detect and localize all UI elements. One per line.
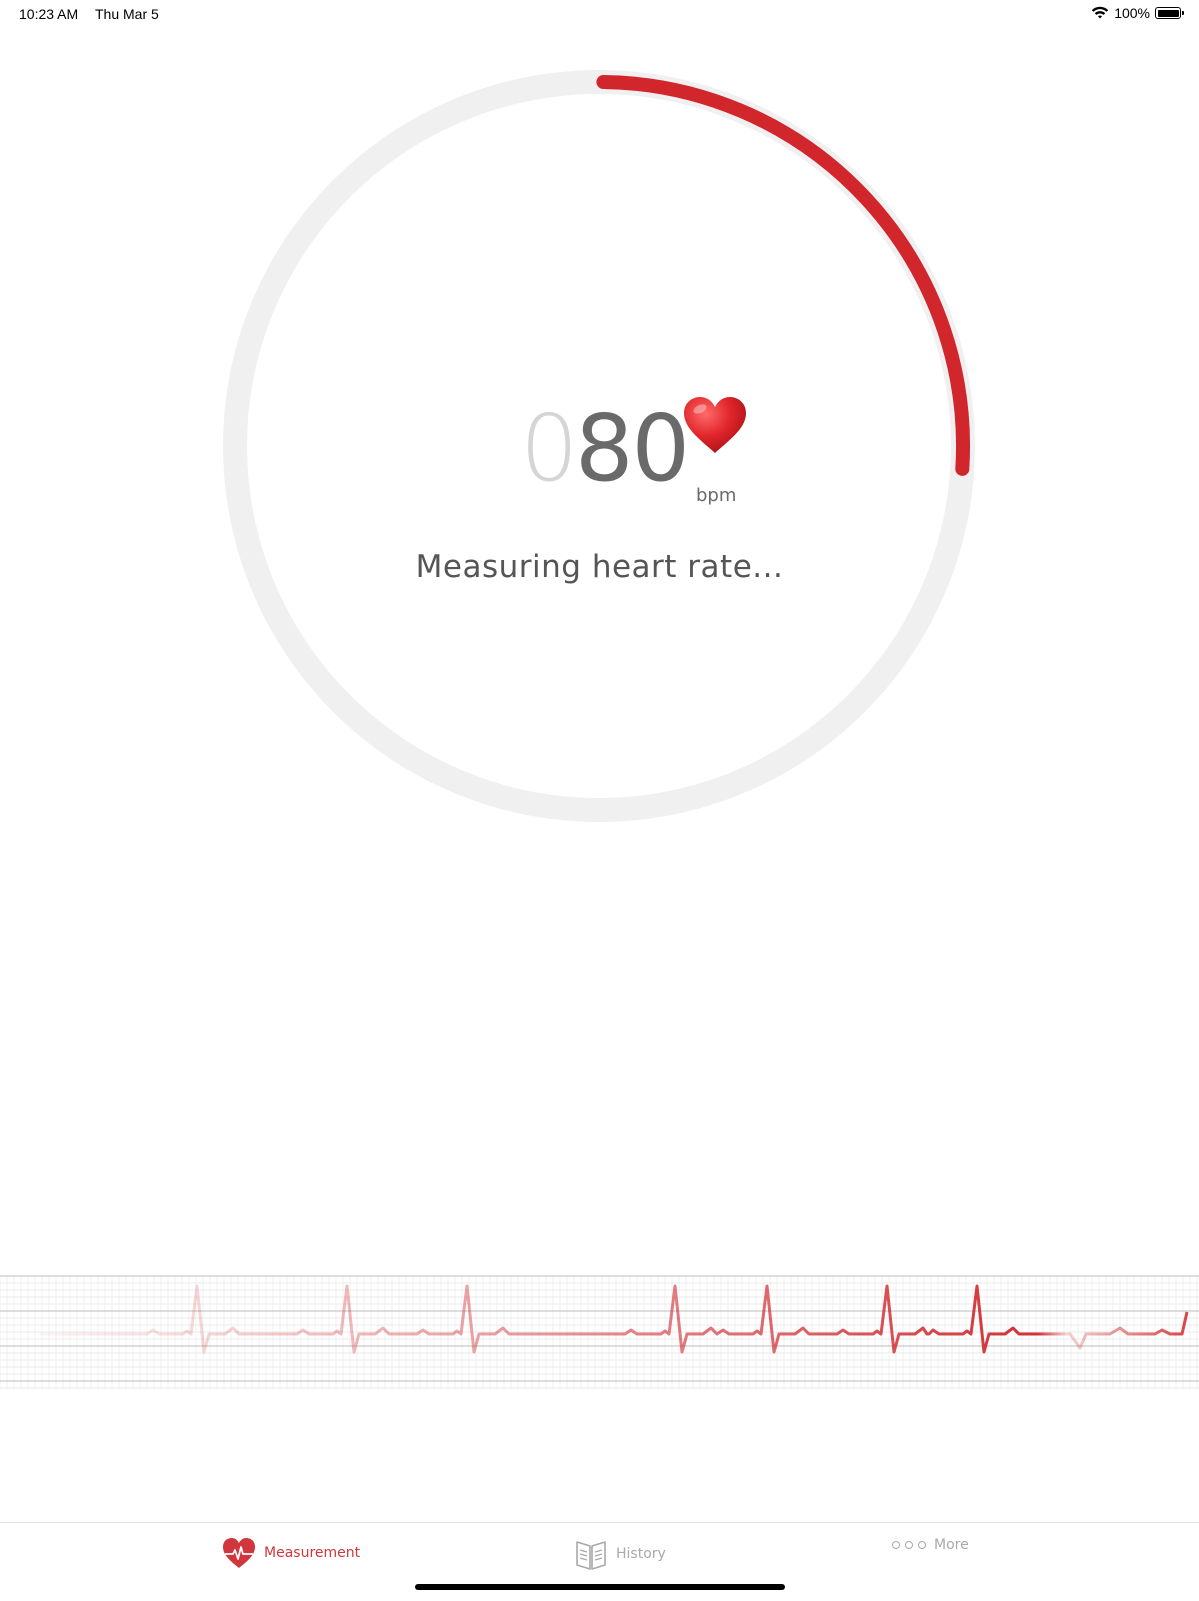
more-dots-icon	[892, 1541, 926, 1549]
tab-history-label: History	[616, 1546, 666, 1562]
tab-more[interactable]: More	[892, 1537, 969, 1553]
measuring-status: Measuring heart rate...	[415, 549, 784, 585]
heart-icon	[684, 397, 746, 453]
tab-measurement-label: Measurement	[264, 1545, 361, 1561]
tab-more-label: More	[934, 1537, 969, 1553]
bpm-unit: bpm	[696, 485, 737, 506]
book-icon	[576, 1541, 606, 1570]
bpm-readout: 0 80 bpm	[480, 385, 800, 515]
ecg-chart	[0, 1275, 1199, 1390]
bpm-leading-digit: 0	[520, 395, 579, 502]
home-indicator	[415, 1584, 785, 1590]
tab-history[interactable]: History	[574, 1537, 666, 1571]
heart-pulse-icon	[223, 1538, 255, 1568]
bpm-value: 80	[575, 395, 690, 502]
tab-measurement[interactable]: Measurement	[222, 1537, 360, 1569]
